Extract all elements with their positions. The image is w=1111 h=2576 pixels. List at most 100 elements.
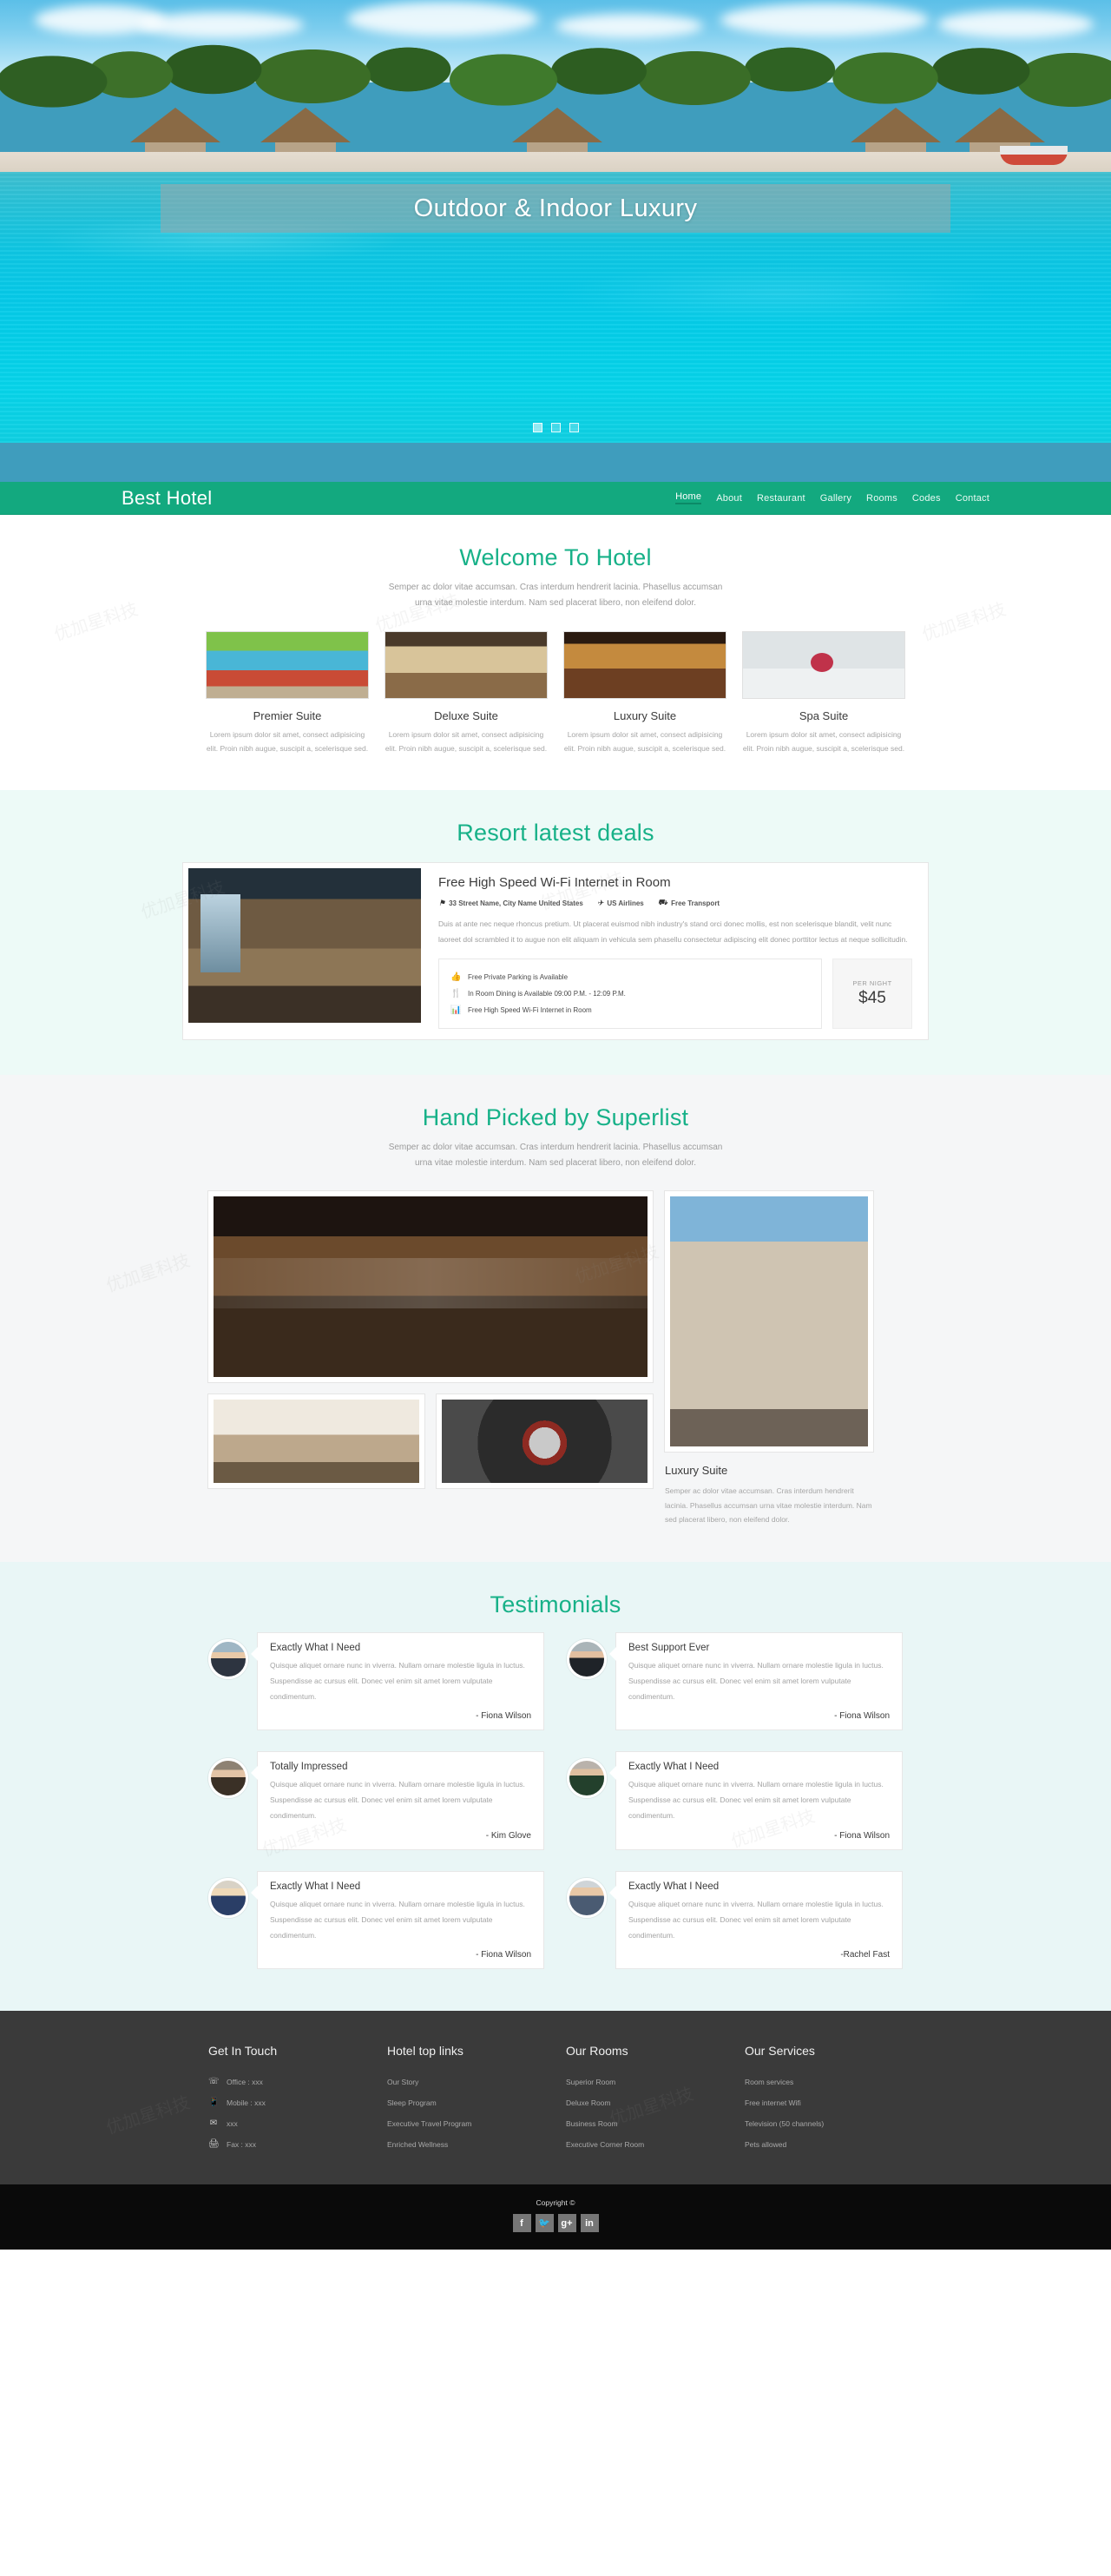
room-name: Premier Suite <box>253 709 322 722</box>
nav-item-home[interactable]: Home <box>675 491 702 504</box>
footer-contact-office[interactable]: ☏ Office : xxx <box>208 2072 366 2092</box>
price-label: PER NIGHT <box>852 979 892 988</box>
nav-item-rooms[interactable]: Rooms <box>866 493 897 504</box>
deal-feature-dining: 🍴 In Room Dining is Available 09:00 P.M.… <box>450 985 810 1002</box>
testimonial-author: - Fiona Wilson <box>834 1711 890 1722</box>
footer-link-room-services[interactable]: Room services <box>745 2072 903 2092</box>
deal-title: Free High Speed Wi-Fi Internet in Room <box>438 875 671 891</box>
testimonial-author: - Fiona Wilson <box>476 1950 531 1960</box>
page-root: Outdoor & Indoor Luxury Best Hotel Home … <box>0 0 1111 2250</box>
footer-link-superior-room[interactable]: Superior Room <box>566 2072 724 2092</box>
testimonial-text: Quisque aliquet ornare nunc in viverra. … <box>628 1660 884 1701</box>
footer-contact-email[interactable]: ✉ xxx <box>208 2113 366 2134</box>
site-footer: Get In Touch ☏ Office : xxx 📱 Mobile : x… <box>0 2011 1111 2185</box>
testimonial-text: Quisque aliquet ornare nunc in viverra. … <box>270 1780 525 1821</box>
footer-link-sleep-program[interactable]: Sleep Program <box>387 2092 545 2113</box>
deals-title: Resort latest deals <box>457 820 654 847</box>
room-card[interactable]: Premier Suite Lorem ipsum dolor sit amet… <box>206 631 369 755</box>
footer-item-label: Fax : xxx <box>227 2140 257 2150</box>
gallery-title: Hand Picked by Superlist <box>422 1104 689 1131</box>
nav-item-about[interactable]: About <box>716 493 742 504</box>
deal-meta: ⚑ 33 Street Name, City Name United State… <box>438 898 912 908</box>
footer-link-deluxe-room[interactable]: Deluxe Room <box>566 2092 724 2113</box>
testimonial-item: Exactly What I Need Quisque aliquet orna… <box>567 1870 903 1970</box>
footer-link-business-room[interactable]: Business Room <box>566 2113 724 2134</box>
airplane-icon: ✈ <box>596 898 604 907</box>
gallery-section: Hand Picked by Superlist Semper ac dolor… <box>0 1075 1111 1562</box>
room-name: Spa Suite <box>799 709 849 722</box>
hero-boat <box>1000 146 1068 165</box>
testimonial-item: Exactly What I Need Quisque aliquet orna… <box>208 1870 544 1970</box>
footer-link-television[interactable]: Television (50 channels) <box>745 2113 903 2134</box>
deal-meta-airline-label: US Airlines <box>607 899 644 907</box>
social-links: f 🐦 g+ in <box>0 2214 1111 2233</box>
gallery-caption-title: Luxury Suite <box>665 1464 728 1478</box>
footer-column-contact: Get In Touch ☏ Office : xxx 📱 Mobile : x… <box>208 2044 366 2155</box>
hero-title-band: Outdoor & Indoor Luxury <box>161 184 950 233</box>
deal-description: Duis at ante nec neque rhoncus pretium. … <box>438 919 908 945</box>
testimonial-title: Exactly What I Need <box>270 1881 361 1892</box>
cutlery-icon: 🍴 <box>450 989 462 999</box>
room-card[interactable]: Spa Suite Lorem ipsum dolor sit amet, co… <box>742 631 905 755</box>
carousel-dot-2[interactable] <box>550 423 561 432</box>
deal-meta-airline: ✈ US Airlines <box>597 899 644 908</box>
deal-card[interactable]: Free High Speed Wi-Fi Internet in Room ⚑… <box>182 862 929 1041</box>
room-name: Luxury Suite <box>613 709 677 722</box>
room-card[interactable]: Deluxe Suite Lorem ipsum dolor sit amet,… <box>385 631 548 755</box>
nav-item-gallery[interactable]: Gallery <box>820 493 851 504</box>
deal-feature-label: In Room Dining is Available 09:00 P.M. -… <box>468 990 626 998</box>
twitter-icon[interactable]: 🐦 <box>535 2214 554 2233</box>
nav-item-codes[interactable]: Codes <box>912 493 941 504</box>
carousel-dot-3[interactable] <box>569 423 579 432</box>
room-image-deluxe <box>385 631 548 699</box>
nav-item-contact[interactable]: Contact <box>956 493 989 504</box>
mobile-icon: 📱 <box>208 2098 220 2108</box>
brand-logo[interactable]: Best Hotel <box>122 487 213 510</box>
testimonial-item: Exactly What I Need Quisque aliquet orna… <box>208 1631 544 1731</box>
deal-feature-label: Free High Speed Wi-Fi Internet in Room <box>468 1006 592 1015</box>
footer-link-pets-allowed[interactable]: Pets allowed <box>745 2134 903 2155</box>
room-description: Lorem ipsum dolor sit amet, consect adip… <box>206 730 369 753</box>
testimonial-text: Quisque aliquet ornare nunc in viverra. … <box>270 1899 525 1940</box>
footer-column-services: Our Services Room services Free internet… <box>745 2044 903 2155</box>
facebook-icon[interactable]: f <box>512 2214 531 2233</box>
welcome-section: Welcome To Hotel Semper ac dolor vitae a… <box>0 515 1111 791</box>
footer-contact-mobile[interactable]: 📱 Mobile : xxx <box>208 2092 366 2113</box>
nav-item-restaurant[interactable]: Restaurant <box>757 493 805 504</box>
footer-column-title: Hotel top links <box>387 2044 463 2059</box>
copyright-text: Copyright © <box>536 2198 575 2208</box>
footer-item-label: Mobile : xxx <box>227 2098 266 2108</box>
carousel-dot-1[interactable] <box>532 423 542 432</box>
testimonial-text: Quisque aliquet ornare nunc in viverra. … <box>628 1899 884 1940</box>
gallery-image-cafe[interactable] <box>208 1394 424 1489</box>
gallery-image-ceiling[interactable] <box>437 1394 653 1489</box>
footer-link-our-story[interactable]: Our Story <box>387 2072 545 2092</box>
welcome-title: Welcome To Hotel <box>459 544 652 570</box>
footer-link-executive-room[interactable]: Executive Corner Room <box>566 2134 724 2155</box>
price-box: PER NIGHT $45 <box>832 959 912 1030</box>
testimonial-title: Totally Impressed <box>270 1762 348 1773</box>
footer-link-travel-program[interactable]: Executive Travel Program <box>387 2113 545 2134</box>
room-card[interactable]: Luxury Suite Lorem ipsum dolor sit amet,… <box>563 631 726 755</box>
deal-feature-label: Free Private Parking is Available <box>468 973 569 982</box>
deal-feature-wifi: 📊 Free High Speed Wi-Fi Internet in Room <box>450 1002 810 1018</box>
thumbs-up-icon: 👍 <box>450 972 462 983</box>
envelope-icon: ✉ <box>209 2118 218 2129</box>
google-plus-icon[interactable]: g+ <box>557 2214 576 2233</box>
testimonial-author: - Fiona Wilson <box>476 1711 531 1722</box>
room-name: Deluxe Suite <box>434 709 498 722</box>
footer-contact-fax[interactable]: 🖨 Fax : xxx <box>208 2134 366 2155</box>
testimonial-text: Quisque aliquet ornare nunc in viverra. … <box>270 1660 525 1701</box>
location-pin-icon: ⚑ <box>438 898 446 907</box>
gallery-image-bar[interactable] <box>208 1191 653 1383</box>
hero-carousel-indicators[interactable] <box>0 423 1111 432</box>
footer-link-enriched-wellness[interactable]: Enriched Wellness <box>387 2134 545 2155</box>
room-cards: Premier Suite Lorem ipsum dolor sit amet… <box>122 631 989 755</box>
deal-meta-transport: ⛟ Free Transport <box>658 898 720 908</box>
footer-link-free-wifi[interactable]: Free internet Wifi <box>745 2092 903 2113</box>
gallery-image-building[interactable] <box>665 1191 873 1453</box>
room-image-spa <box>742 631 905 699</box>
linkedin-icon[interactable]: in <box>580 2214 599 2233</box>
avatar <box>208 1638 248 1679</box>
avatar <box>567 1638 607 1679</box>
